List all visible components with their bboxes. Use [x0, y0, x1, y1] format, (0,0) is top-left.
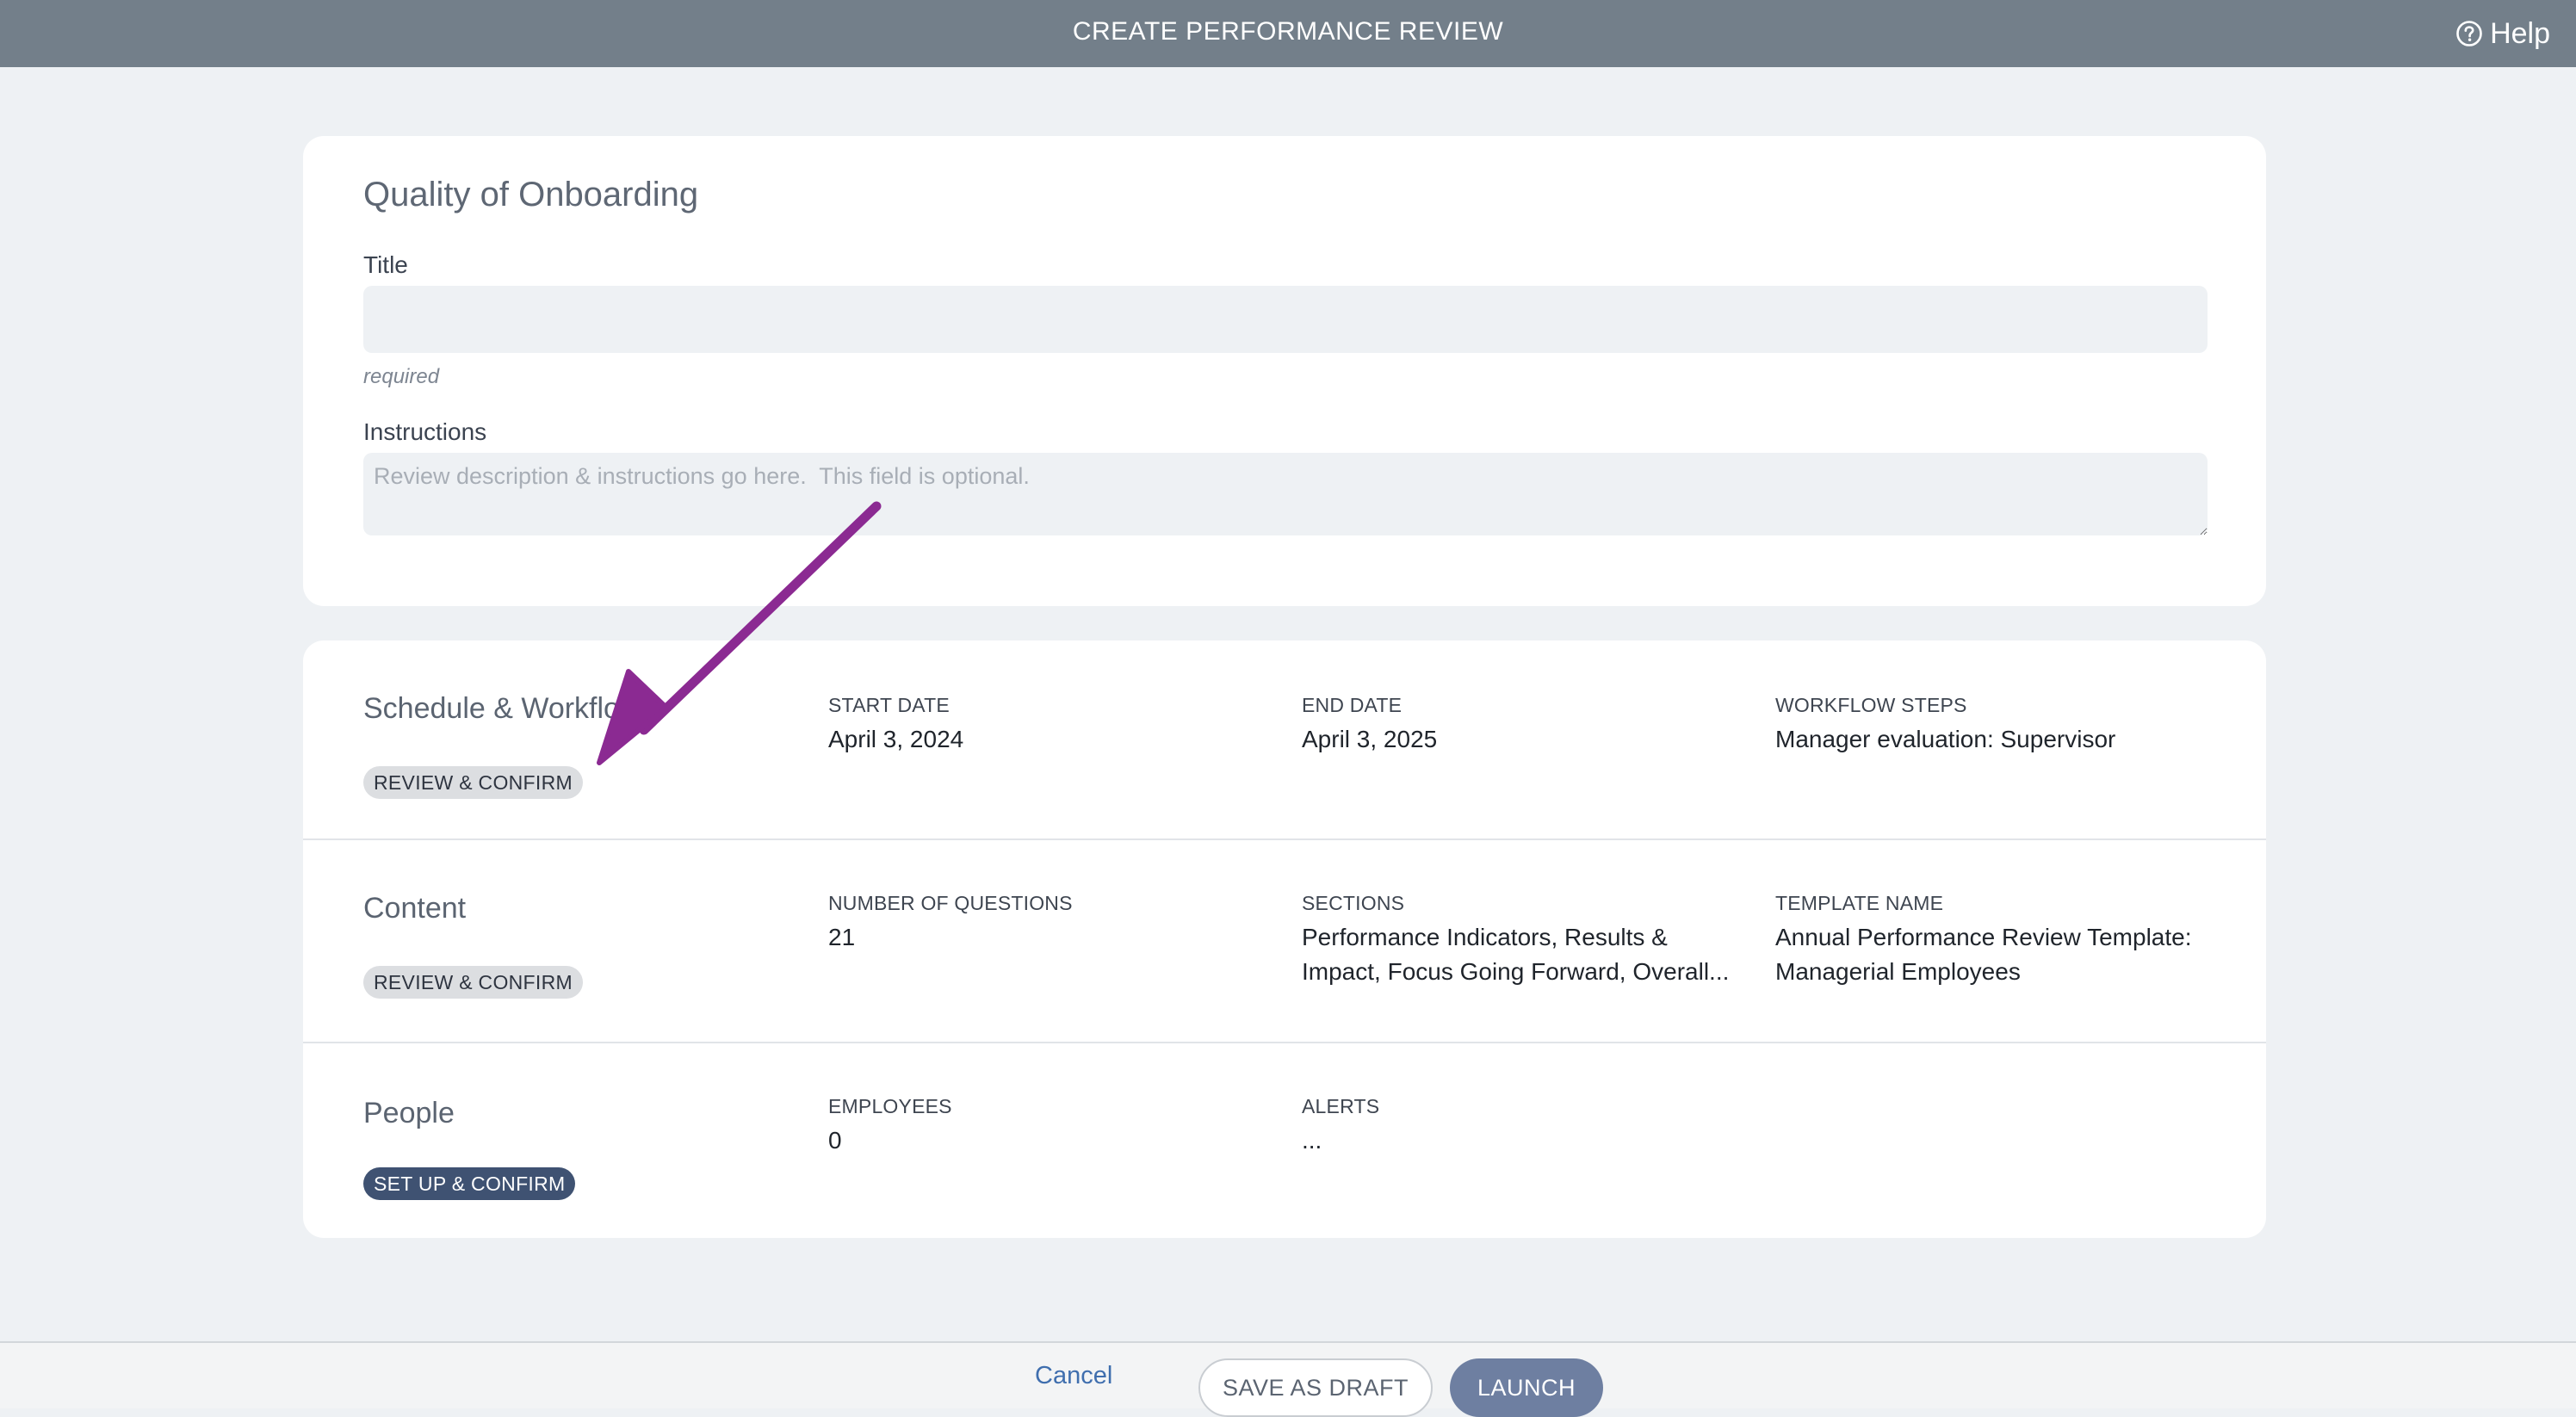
- start-date-label: START DATE: [828, 694, 950, 716]
- alerts-value: ...: [1302, 1127, 1322, 1154]
- workflow-steps-value: Manager evaluation: Supervisor: [1775, 726, 2116, 752]
- workflow-steps-label: WORKFLOW STEPS: [1775, 694, 1967, 716]
- content-review-confirm-button[interactable]: REVIEW & CONFIRM: [363, 966, 583, 999]
- footer-bar: Cancel SAVE AS DRAFT LAUNCH: [0, 1341, 2576, 1417]
- page-title: CREATE PERFORMANCE REVIEW: [1072, 17, 1504, 46]
- review-details-card: Quality of Onboarding Title required Ins…: [303, 136, 2266, 606]
- schedule-review-confirm-button[interactable]: REVIEW & CONFIRM: [363, 766, 583, 799]
- help-label: Help: [2490, 16, 2550, 50]
- end-date-label: END DATE: [1302, 694, 1403, 716]
- start-date: START DATE April 3, 2024: [828, 694, 1276, 757]
- people-section: People SET UP & CONFIRM EMPLOYEES 0 ALER…: [303, 1042, 2266, 1240]
- section-title: People: [363, 1097, 455, 1129]
- template-name: TEMPLATE NAME Annual Performance Review …: [1775, 892, 2232, 989]
- workflow-steps: WORKFLOW STEPS Manager evaluation: Super…: [1775, 694, 2232, 757]
- instructions-textarea[interactable]: [363, 453, 2208, 535]
- start-date-value: April 3, 2024: [828, 726, 964, 752]
- schedule-workflow-section: Schedule & Workflow REVIEW & CONFIRM STA…: [303, 640, 2266, 838]
- question-circle-icon: [2456, 21, 2482, 46]
- number-of-questions: NUMBER OF QUESTIONS 21: [828, 892, 1276, 955]
- template-name-value: Annual Performance Review Template: Mana…: [1775, 924, 2192, 985]
- people-setup-confirm-button[interactable]: SET UP & CONFIRM: [363, 1167, 576, 1200]
- employees-label: EMPLOYEES: [828, 1095, 952, 1117]
- section-title: Schedule & Workflow: [363, 692, 641, 725]
- sections-label: SECTIONS: [1302, 892, 1405, 914]
- cancel-link[interactable]: Cancel: [1035, 1362, 1112, 1390]
- title-label: Title: [363, 251, 408, 278]
- end-date: END DATE April 3, 2025: [1302, 694, 1749, 757]
- review-setup-card: Schedule & Workflow REVIEW & CONFIRM STA…: [303, 640, 2266, 1238]
- help-link[interactable]: Help: [2455, 0, 2550, 67]
- top-bar: CREATE PERFORMANCE REVIEW Help: [0, 0, 2576, 67]
- end-date-value: April 3, 2025: [1302, 726, 1438, 752]
- number-of-questions-label: NUMBER OF QUESTIONS: [828, 892, 1073, 914]
- alerts: ALERTS ...: [1302, 1095, 1749, 1158]
- employees: EMPLOYEES 0: [828, 1095, 1276, 1158]
- section-title: Content: [363, 892, 467, 925]
- content-section: Content REVIEW & CONFIRM NUMBER OF QUEST…: [303, 838, 2266, 1043]
- review-name: Quality of Onboarding: [363, 176, 699, 213]
- sections-value: Performance Indicators, Results & Impact…: [1302, 924, 1730, 985]
- instructions-label: Instructions: [363, 418, 487, 445]
- employees-value: 0: [828, 1127, 842, 1154]
- alerts-label: ALERTS: [1302, 1095, 1380, 1117]
- title-input[interactable]: [363, 286, 2208, 353]
- sections-summary: SECTIONS Performance Indicators, Results…: [1302, 892, 1749, 989]
- number-of-questions-value: 21: [828, 924, 856, 950]
- template-name-label: TEMPLATE NAME: [1775, 892, 1944, 914]
- title-required-hint: required: [363, 365, 440, 388]
